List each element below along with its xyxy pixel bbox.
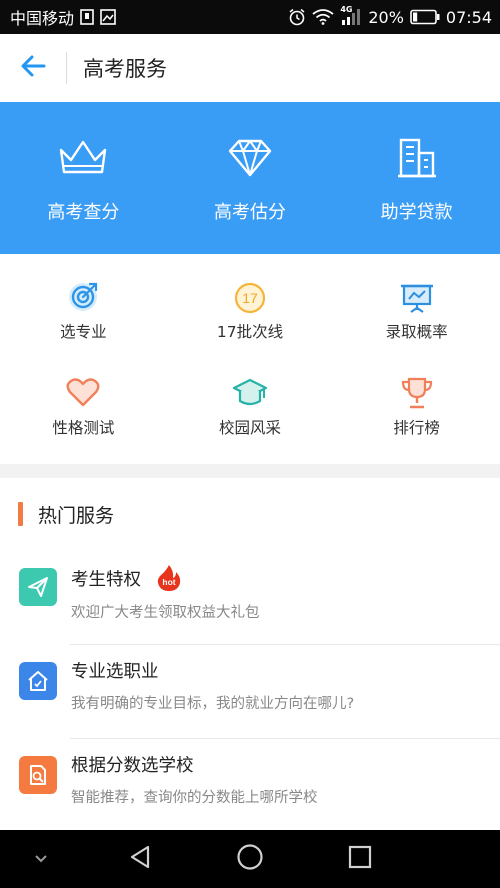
grid-item-batch-line[interactable]: 17 17批次线 [167,254,334,352]
service-desc: 欢迎广大考生领取权益大礼包 [71,605,260,621]
service-list: 考生特权 hot 欢迎广大考生领取权益大礼包 专业选职业 我有明确的专业目标，我… [0,550,500,832]
back-arrow-icon [20,54,46,82]
status-left: 中国移动 [10,5,116,29]
grid-item-personality-test[interactable]: 性格测试 [0,352,167,464]
sim-icon [80,9,94,25]
graduation-cap-icon [232,376,268,410]
back-button[interactable] [0,34,66,102]
banner-label: 高考查分 [47,202,120,223]
header-divider [66,52,67,84]
service-title-row: 专业选职业 [71,658,354,683]
grid-label: 录取概率 [385,323,448,341]
target-icon [65,280,101,314]
grid-item-campus-style[interactable]: 校园风采 [167,352,334,464]
service-title: 考生特权 [71,569,141,590]
banner-label: 高考估分 [214,202,286,223]
heart-icon [65,376,101,410]
recents-nav-button[interactable] [340,844,380,874]
hot-services-header: 热门服务 [0,478,500,550]
back-nav-button[interactable] [120,844,160,874]
service-item-school-by-score[interactable]: 根据分数选学校 智能推荐，查询你的分数能上哪所学校 [0,738,500,832]
hot-badge-text: hot [162,577,175,587]
home-nav-button[interactable] [230,843,270,875]
hide-nav-button[interactable] [26,846,56,872]
page-title: 高考服务 [83,57,167,81]
house-icon [19,662,57,700]
service-text: 专业选职业 我有明确的专业目标，我的就业方向在哪儿? [71,658,354,713]
status-bar: 中国移动 4G 20% 07:54 [0,0,500,34]
service-item-candidate-privilege[interactable]: 考生特权 hot 欢迎广大考生领取权益大礼包 [0,550,500,644]
grid-label: 校园风采 [218,419,281,437]
clock: 07:54 [445,7,492,27]
service-text: 考生特权 hot 欢迎广大考生领取权益大礼包 [71,564,260,622]
signal-icon: 4G [340,5,362,26]
banner-item-score-query[interactable]: 高考查分 [0,102,167,254]
triangle-back-icon [127,844,153,874]
building-icon [397,136,437,180]
banner-label: 助学贷款 [380,202,453,223]
service-grid: 选专业 17 17批次线 录取概率 性格测试 校园风采 排行榜 [0,254,500,464]
square-recents-icon [348,845,372,873]
status-right: 4G 20% 07:54 [288,5,492,27]
banner-item-student-loan[interactable]: 助学贷款 [333,102,500,254]
circle-home-icon [236,843,264,875]
network-type: 4G [340,5,353,14]
diamond-icon [227,136,273,180]
system-nav-bar [0,830,500,888]
hot-badge-icon: hot [155,564,183,592]
service-desc: 智能推荐，查询你的分数能上哪所学校 [71,790,318,806]
section-accent-bar [18,502,23,526]
section-title: 热门服务 [38,504,115,527]
alarm-icon [288,8,306,26]
grid-item-ranking[interactable]: 排行榜 [333,352,500,464]
grid-item-choose-major[interactable]: 选专业 [0,254,167,352]
grid-label: 17批次线 [216,323,284,341]
calendar-17-icon: 17 [232,280,268,314]
trophy-icon [399,376,435,410]
service-text: 根据分数选学校 智能推荐，查询你的分数能上哪所学校 [71,752,318,807]
grid-label: 排行榜 [393,419,440,437]
image-notification-icon [100,9,116,25]
app-header: 高考服务 [0,34,500,102]
service-title: 专业选职业 [71,662,159,682]
carrier-name: 中国移动 [10,9,75,28]
screen: 中国移动 4G 20% 07:54 高考服务 高考查分 高考估分 助学贷款 选专… [0,0,500,888]
grid-item-admission-rate[interactable]: 录取概率 [333,254,500,352]
chevron-down-icon [33,850,49,869]
paper-plane-icon [19,568,57,606]
calendar-icon-number: 17 [242,290,258,306]
banner: 高考查分 高考估分 助学贷款 [0,102,500,254]
service-desc: 我有明确的专业目标，我的就业方向在哪儿? [71,696,355,712]
battery-percent: 20% [368,7,404,27]
section-separator [0,464,500,478]
search-document-icon [19,756,57,794]
service-title-row: 根据分数选学校 [71,752,318,777]
service-title-row: 考生特权 hot [71,564,260,592]
battery-icon [410,9,440,25]
grid-label: 性格测试 [52,419,115,437]
crown-icon [57,136,109,180]
presentation-chart-icon [399,280,435,314]
service-title: 根据分数选学校 [71,756,194,776]
grid-label: 选专业 [60,323,107,341]
wifi-icon [312,9,334,25]
service-item-major-to-career[interactable]: 专业选职业 我有明确的专业目标，我的就业方向在哪儿? [0,644,500,738]
banner-item-score-estimate[interactable]: 高考估分 [167,102,334,254]
